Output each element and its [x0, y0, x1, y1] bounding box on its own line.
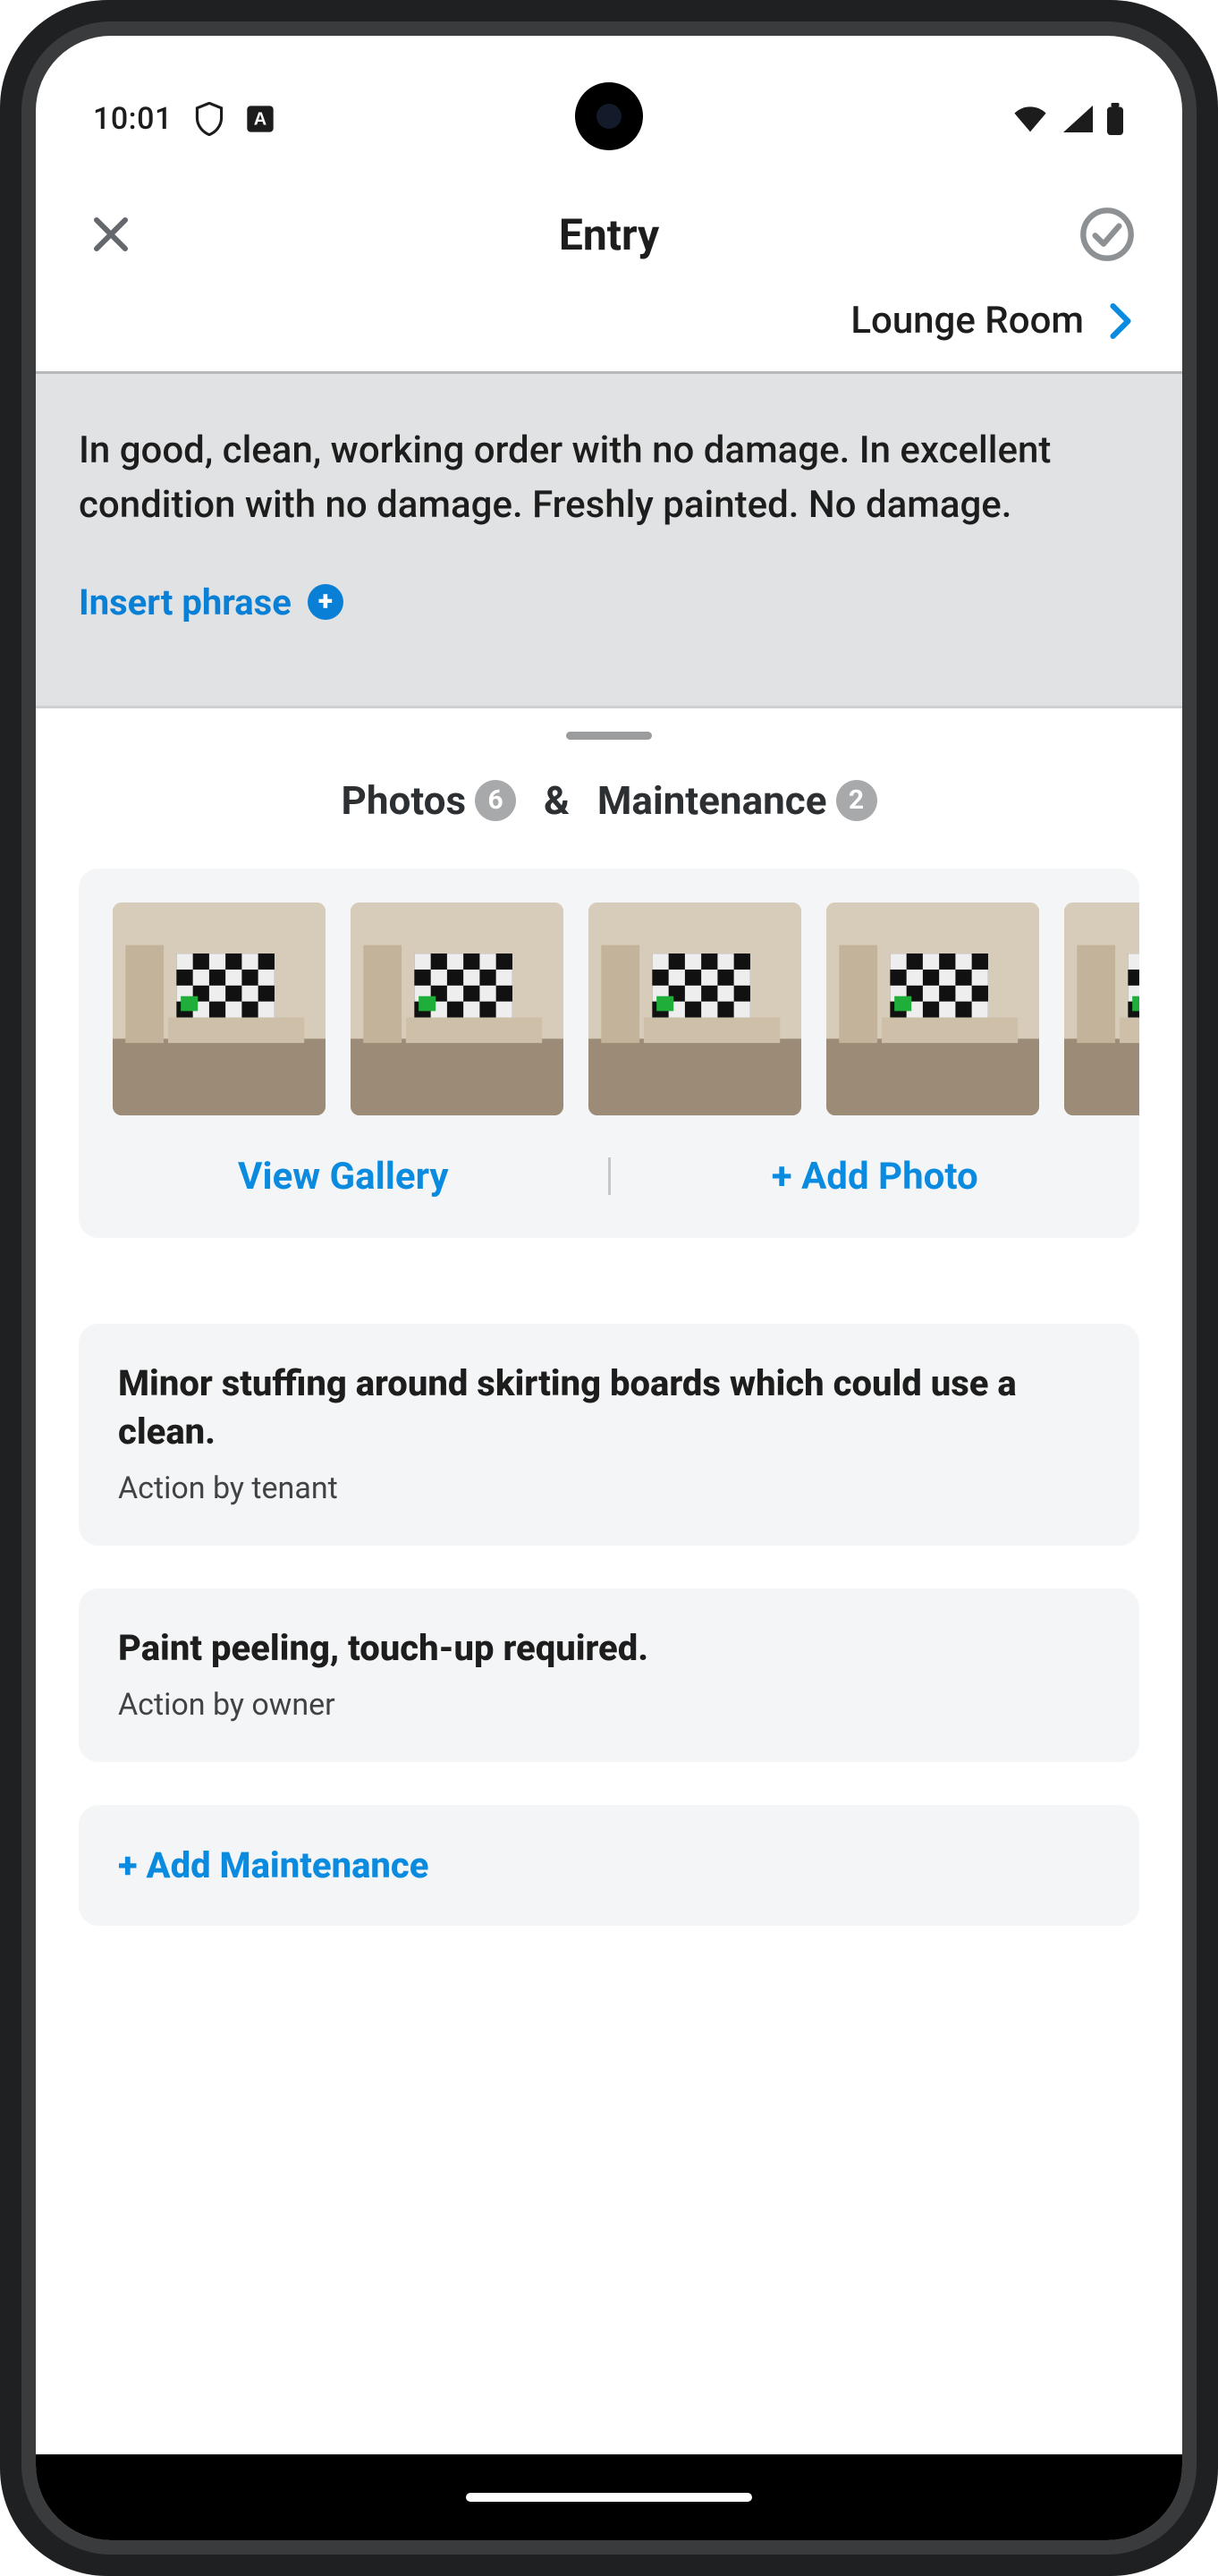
plus-circle-icon: + [308, 584, 343, 620]
section-join: & [544, 777, 570, 824]
photo-thumbnail[interactable] [826, 902, 1039, 1115]
confirm-button[interactable] [1075, 202, 1139, 267]
maintenance-action: Action by tenant [118, 1470, 1100, 1506]
battery-icon [1105, 103, 1125, 135]
insert-phrase-label: Insert phrase [79, 581, 292, 623]
translate-icon: A [246, 105, 275, 133]
maintenance-label: Maintenance [597, 777, 827, 824]
close-button[interactable] [79, 202, 143, 267]
shield-icon [194, 102, 224, 136]
wifi-icon [1012, 105, 1048, 133]
maintenance-title: Minor stuffing around skirting boards wh… [118, 1360, 1100, 1456]
view-gallery-button[interactable]: View Gallery [79, 1155, 608, 1199]
svg-text:A: A [254, 110, 266, 130]
condition-note-text[interactable]: In good, clean, working order with no da… [79, 424, 1139, 533]
add-maintenance-label: + Add Maintenance [118, 1844, 428, 1886]
insert-phrase-button[interactable]: Insert phrase + [79, 581, 1139, 623]
maintenance-count-badge: 2 [836, 780, 877, 821]
app-header: Entry [36, 170, 1182, 299]
photos-count-badge: 6 [475, 780, 516, 821]
photo-strip[interactable] [79, 902, 1139, 1115]
add-maintenance-button[interactable]: + Add Maintenance [79, 1805, 1139, 1926]
signal-icon [1061, 105, 1093, 133]
maintenance-item[interactable]: Minor stuffing around skirting boards wh… [79, 1324, 1139, 1546]
drag-handle[interactable] [36, 708, 1182, 767]
condition-note-area: In good, clean, working order with no da… [36, 374, 1182, 708]
breadcrumb-label: Lounge Room [850, 299, 1084, 343]
photo-thumbnail[interactable] [351, 902, 563, 1115]
camera-cutout [575, 82, 643, 150]
add-photo-button[interactable]: + Add Photo [611, 1155, 1140, 1199]
maintenance-title: Paint peeling, touch-up required. [118, 1624, 1100, 1673]
maintenance-item[interactable]: Paint peeling, touch-up required. Action… [79, 1589, 1139, 1762]
system-nav-bar [36, 2454, 1182, 2540]
screen: 10:01 A [36, 36, 1182, 2540]
section-header: Photos 6 & Maintenance 2 [36, 767, 1182, 869]
photo-thumbnail[interactable] [113, 902, 326, 1115]
check-circle-icon [1078, 206, 1136, 263]
maintenance-action: Action by owner [118, 1687, 1100, 1723]
close-icon [89, 213, 132, 256]
breadcrumb[interactable]: Lounge Room [36, 299, 1182, 374]
photo-gallery-card: View Gallery + Add Photo [79, 869, 1139, 1238]
photos-label: Photos [341, 777, 466, 824]
photo-thumbnail[interactable] [588, 902, 801, 1115]
photo-thumbnail[interactable] [1064, 902, 1139, 1115]
chevron-right-icon [1109, 302, 1132, 340]
page-title: Entry [559, 209, 659, 260]
home-indicator[interactable] [466, 2493, 752, 2502]
status-time: 10:01 [93, 101, 173, 137]
